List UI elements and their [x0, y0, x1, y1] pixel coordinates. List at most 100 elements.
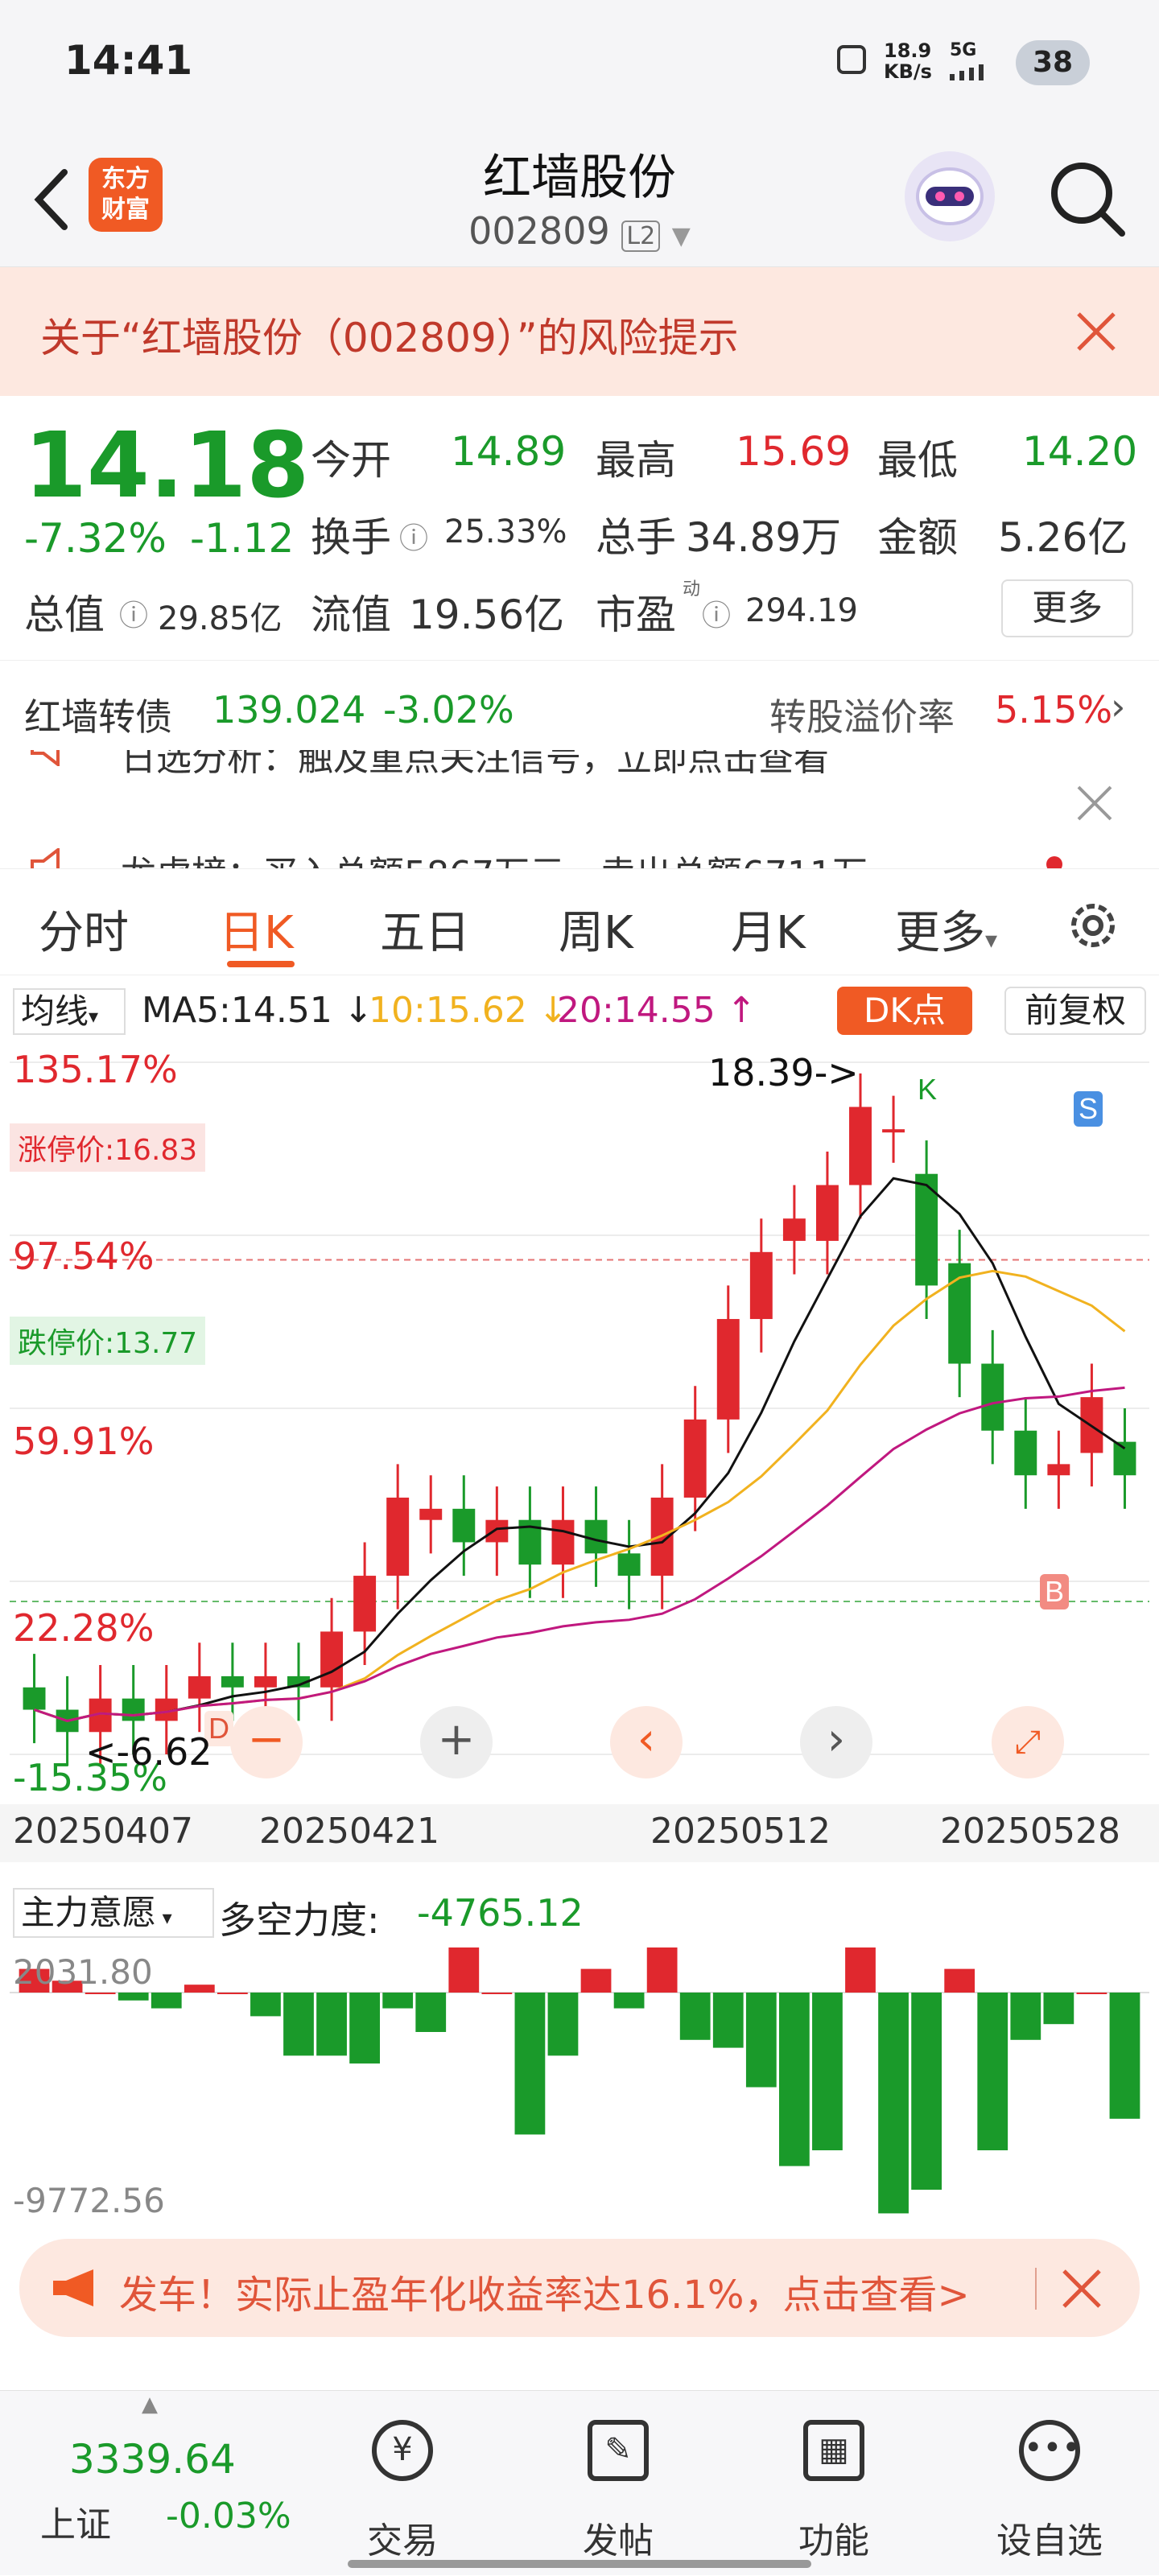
flow-bar: [845, 1947, 876, 1993]
flow-bar: [944, 1968, 975, 1993]
bond-name: 红墙转债: [24, 695, 172, 739]
convertible-bond-row[interactable]: 红墙转债 139.024 -3.02% 转股溢价率 5.15% ›: [0, 660, 1159, 748]
close-icon[interactable]: [1075, 784, 1114, 822]
nav-trade[interactable]: ¥ 交易: [322, 2391, 483, 2576]
flow-bar: [1010, 1993, 1041, 2040]
status-bar: 14:41 18.9 KB/s 5G 38: [0, 0, 1159, 129]
mktcap-label: 总值: [24, 591, 105, 638]
yen-icon: ¥: [372, 2420, 433, 2481]
zoom-out-button[interactable]: −: [230, 1706, 303, 1778]
unread-dot: [1046, 856, 1062, 868]
amount-label: 金额: [877, 514, 958, 561]
search-icon[interactable]: [1046, 158, 1127, 238]
candle-body: [221, 1675, 244, 1688]
more-button[interactable]: 更多: [1001, 579, 1133, 637]
megaphone-icon: [52, 2268, 103, 2308]
scroll-left-button[interactable]: ‹: [610, 1706, 683, 1778]
volume-label: 总手: [596, 514, 676, 561]
flow-bar: [679, 1993, 711, 2040]
open-value: 14.89: [451, 428, 567, 475]
flow-bar: [646, 1947, 678, 1993]
stock-code[interactable]: 002809 L2 ▼: [451, 209, 708, 253]
chevron-right-icon[interactable]: ›: [1111, 685, 1125, 728]
risk-banner[interactable]: 关于“红墙股份（002809）”的风险提示: [0, 267, 1159, 396]
bottom-nav: ▲ 3339.64 上证 -0.03% ¥ 交易 ✎ 发帖 ▦ 功能 ••• 设…: [0, 2390, 1159, 2575]
flow-bar: [316, 1993, 347, 2056]
zoom-in-button[interactable]: +: [420, 1706, 493, 1778]
scroll-right-button[interactable]: ›: [800, 1706, 872, 1778]
tab-week-k[interactable]: 周K: [559, 896, 633, 962]
open-label: 今开: [311, 437, 391, 484]
candle-body: [716, 1319, 740, 1420]
level-badge: L2: [621, 221, 661, 252]
close-icon[interactable]: [1074, 309, 1119, 354]
index-value[interactable]: 3339.64: [69, 2436, 236, 2483]
float-value: 19.56亿: [409, 591, 565, 638]
news-ticker[interactable]: 日选分析：触及重点关注信号，立即点击查看 龙虎榜：买入总额5867万元，卖出总额…: [0, 750, 1159, 869]
nav-functions[interactable]: ▦ 功能: [753, 2391, 914, 2576]
indicator-value: -4765.12: [417, 1891, 584, 1935]
nav-post[interactable]: ✎ 发帖: [538, 2391, 699, 2576]
flow-bar: [382, 1993, 414, 2009]
nav-watchlist[interactable]: ••• 设自选: [969, 2391, 1130, 2576]
news-line-2[interactable]: 龙虎榜：买入总额5867万元，卖出总额6711万: [121, 845, 868, 868]
high-label: 最高: [596, 437, 676, 484]
kline-chart-area: 均线▾ MA5:14.51 ↓ 10:15.62 ↓ 20:14.55 ↑ DK…: [0, 975, 1159, 1885]
flow-bar: [415, 1993, 447, 2032]
tab-month-k[interactable]: 月K: [731, 896, 806, 962]
index-name[interactable]: 上证: [40, 2496, 111, 2547]
info-icon[interactable]: ⓘ: [119, 592, 148, 634]
candle-body: [749, 1251, 773, 1320]
premium-label: 转股溢价率: [769, 695, 955, 739]
candle-body: [452, 1508, 476, 1543]
candle-body: [254, 1675, 277, 1688]
limit-down-label: 跌停价:13.77: [10, 1317, 206, 1365]
flow-bar: [778, 1993, 810, 2166]
candle-body: [1047, 1464, 1070, 1476]
indicator-selector[interactable]: 主力意愿 ▾: [13, 1888, 214, 1938]
low-price-label: <-6.62: [85, 1730, 212, 1774]
tab-five-day[interactable]: 五日: [380, 896, 470, 962]
close-icon[interactable]: [1061, 2268, 1103, 2310]
back-icon[interactable]: [29, 167, 77, 232]
assistant-avatar[interactable]: [905, 151, 995, 241]
info-icon[interactable]: ⓘ: [399, 515, 428, 557]
ma5-value: MA5:14.51 ↓: [142, 990, 373, 1031]
mktcap-value: 29.85亿: [158, 600, 283, 637]
network-type: 5G: [950, 40, 977, 60]
flow-bar: [712, 1993, 744, 2048]
flow-bar-chart[interactable]: [10, 1947, 1149, 2223]
promo-banner[interactable]: 发车！实际止盈年化收益率达16.1%，点击查看>: [19, 2239, 1140, 2337]
tab-minute[interactable]: 分时: [39, 896, 129, 962]
candle-body: [551, 1519, 575, 1565]
y-label: 135.17%: [13, 1048, 178, 1091]
dk-button[interactable]: DK点: [837, 987, 972, 1035]
flow-bar: [1109, 1993, 1140, 2119]
home-indicator: [348, 2560, 811, 2568]
turnover-label: 换手: [311, 514, 391, 561]
info-icon[interactable]: ⓘ: [702, 592, 731, 634]
ma10-value: 10:15.62 ↓: [369, 990, 568, 1031]
date-label: 20250421: [259, 1811, 439, 1852]
page-title: 红墙股份: [483, 150, 676, 206]
pe-value: 294.19: [745, 592, 858, 629]
tab-more[interactable]: 更多▾: [895, 896, 997, 962]
risk-text[interactable]: 关于“红墙股份（002809）”的风险提示: [40, 306, 739, 364]
flow-bar: [448, 1947, 480, 1993]
ma-selector[interactable]: 均线▾: [13, 988, 126, 1035]
bond-change: -3.02%: [383, 688, 514, 732]
speaker-icon: [29, 750, 77, 769]
fullscreen-icon[interactable]: ⤢: [992, 1706, 1064, 1778]
y-label: 22.28%: [13, 1606, 155, 1650]
index-change[interactable]: -0.03%: [166, 2496, 291, 2537]
weather-badge: 38: [1016, 40, 1090, 85]
turnover-value: 25.33%: [444, 513, 567, 550]
settings-icon[interactable]: [1062, 895, 1124, 956]
ma20-value: 20:14.55 ↑: [557, 990, 757, 1031]
promo-text[interactable]: 发车！实际止盈年化收益率达16.1%，点击查看>: [119, 2263, 970, 2319]
tab-day-k[interactable]: 日K: [219, 896, 294, 962]
app-logo[interactable]: 东方 财富: [89, 158, 163, 232]
news-line-1[interactable]: 日选分析：触及重点关注信号，立即点击查看: [121, 750, 829, 781]
fq-button[interactable]: 前复权: [1004, 987, 1146, 1035]
candle-body: [815, 1185, 839, 1241]
